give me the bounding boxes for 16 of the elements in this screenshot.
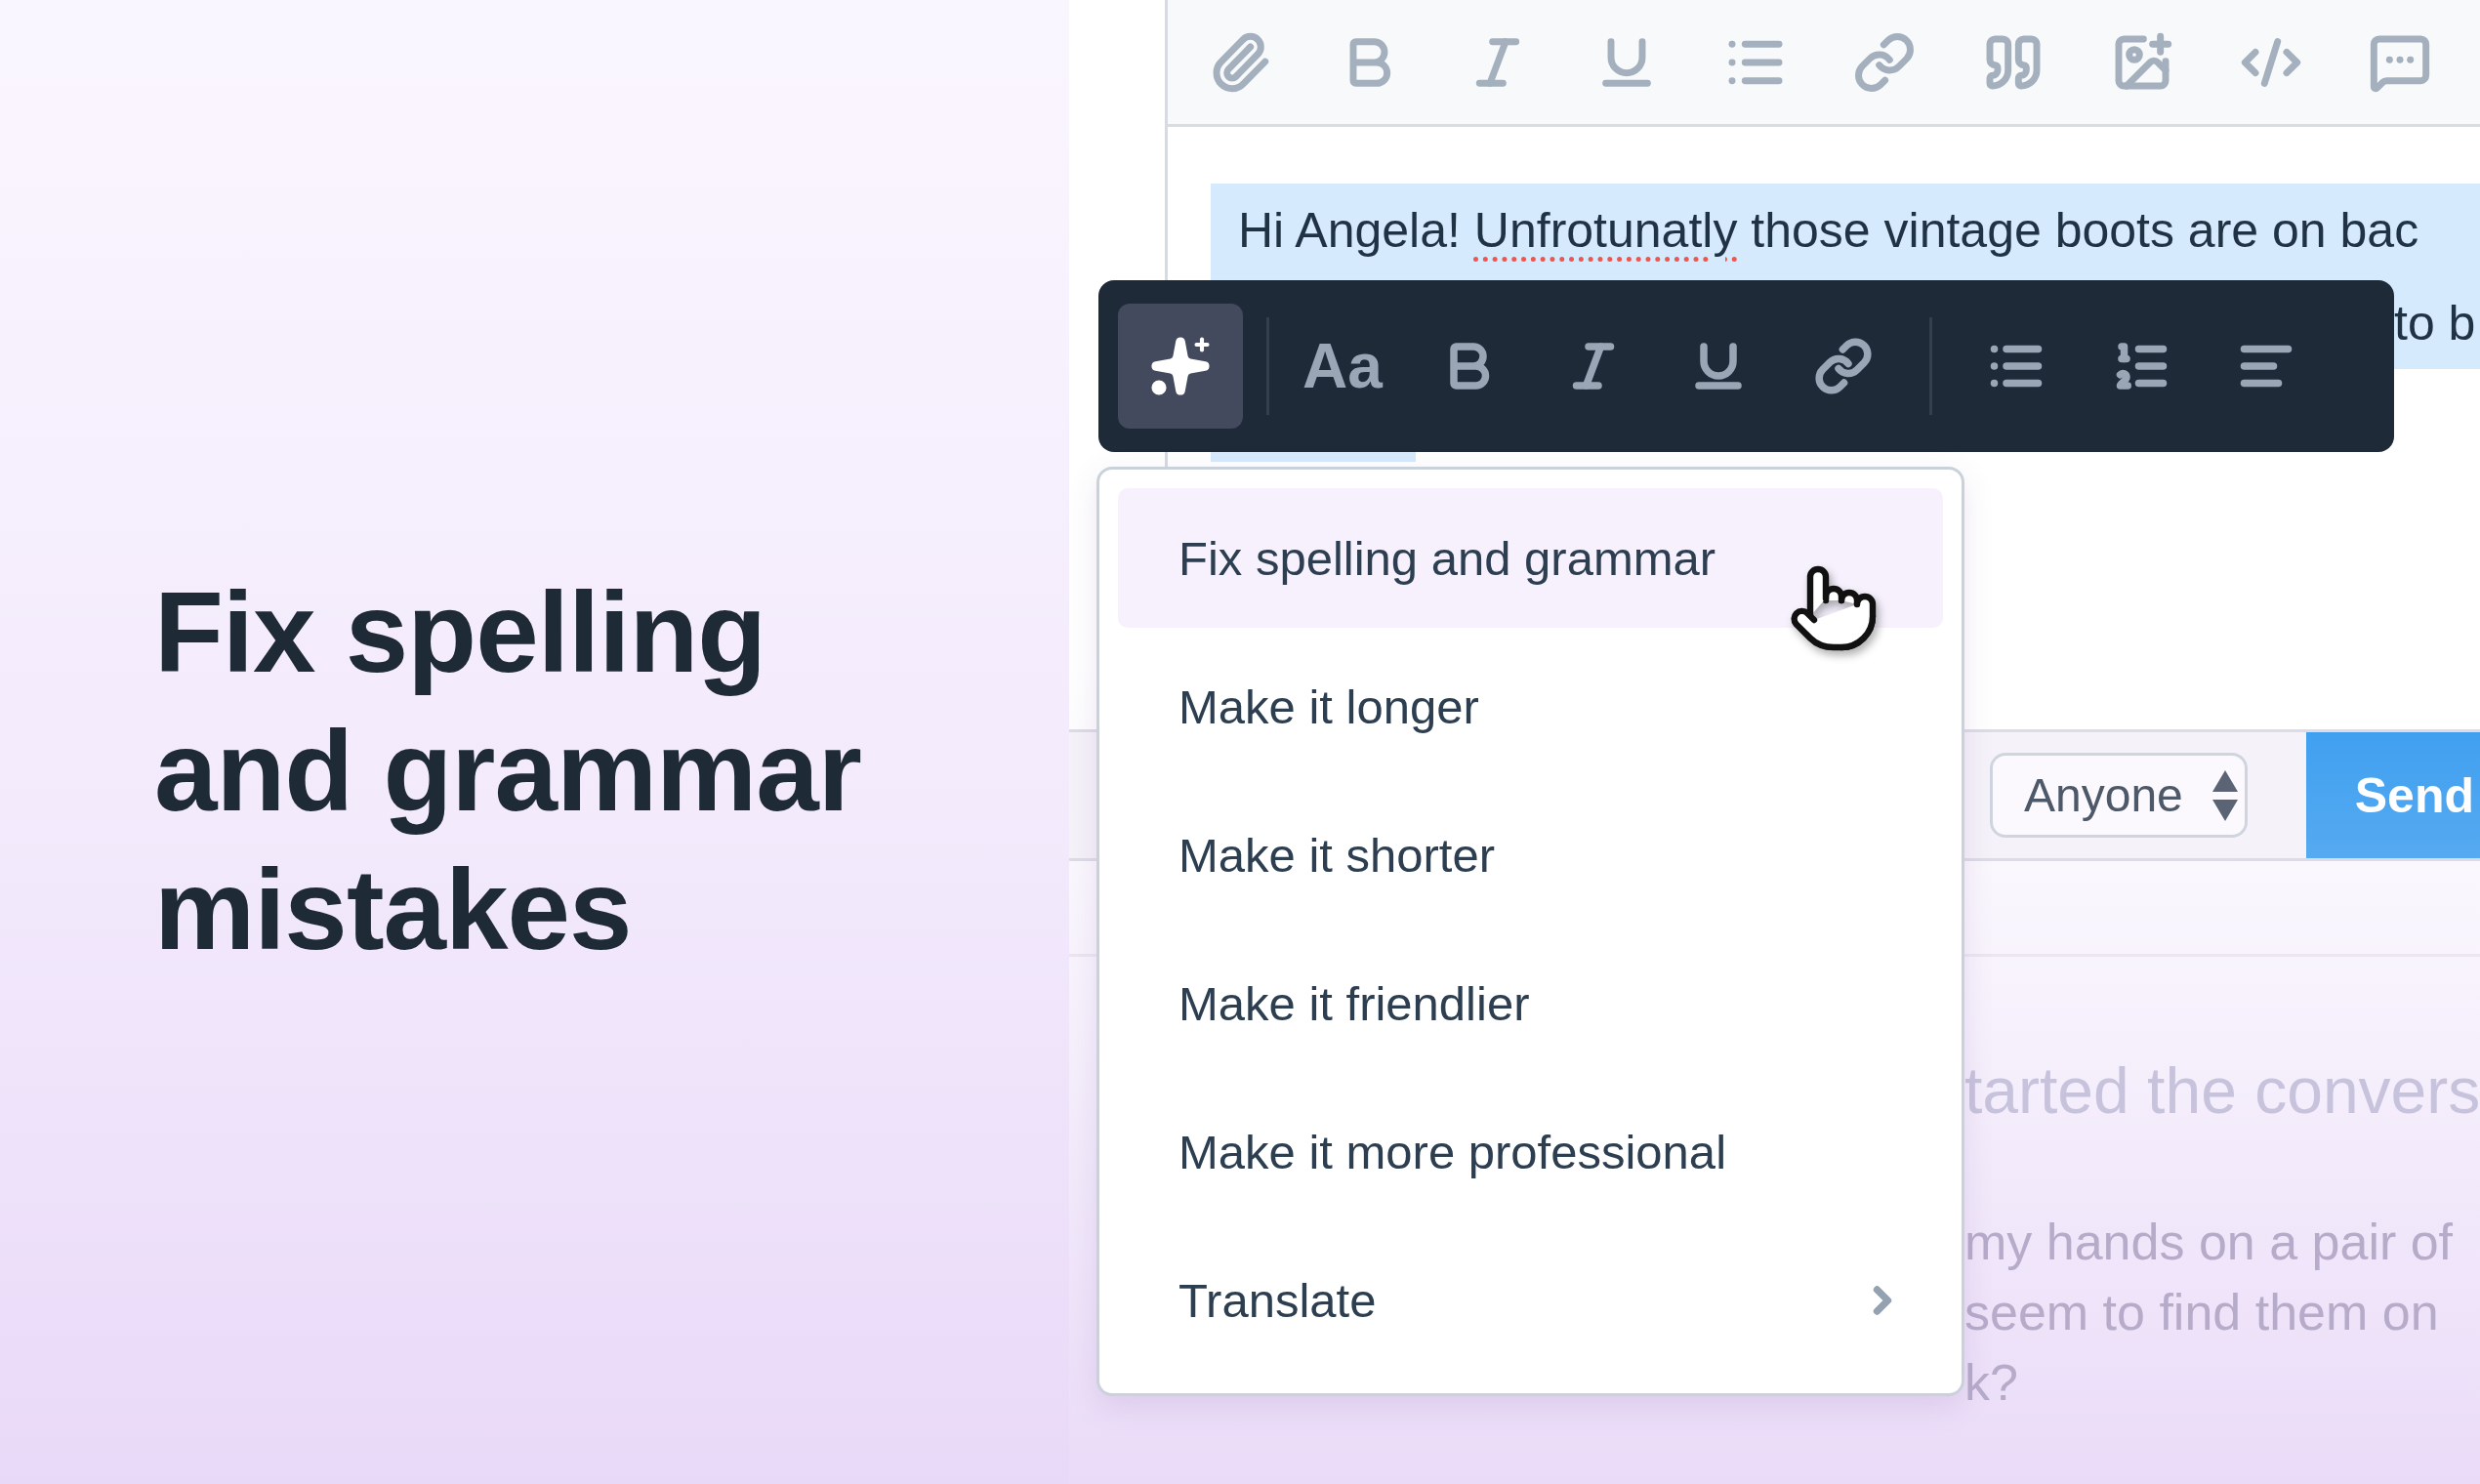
headline: Fix spelling and grammar mistakes [154,568,862,975]
menu-item[interactable]: Fix spelling and grammar [1118,488,1943,628]
sort-arrows-icon [2211,769,2238,821]
menu-item[interactable]: Make it friendlier [1118,933,1943,1073]
menu-item[interactable]: Make it shorter [1118,785,1943,925]
selected-text: Hi Angela! Unfrotunatly those vintage boots are on bac [1211,184,2480,276]
audience-select[interactable]: Anyone [1990,753,2248,838]
message-text: seem to find them on [1964,1283,2440,1342]
link-icon [1813,337,1873,395]
menu-item[interactable]: Make it more professional [1118,1082,1943,1221]
menu-item[interactable]: Make it longer [1118,637,1943,776]
message-text: k? [1964,1353,2019,1413]
link-icon[interactable] [1853,30,1916,94]
message-text: my hands on a pair of [1964,1213,2455,1272]
menu-item[interactable]: Translate [1118,1230,1943,1370]
sparkle-button[interactable] [1118,304,1243,429]
